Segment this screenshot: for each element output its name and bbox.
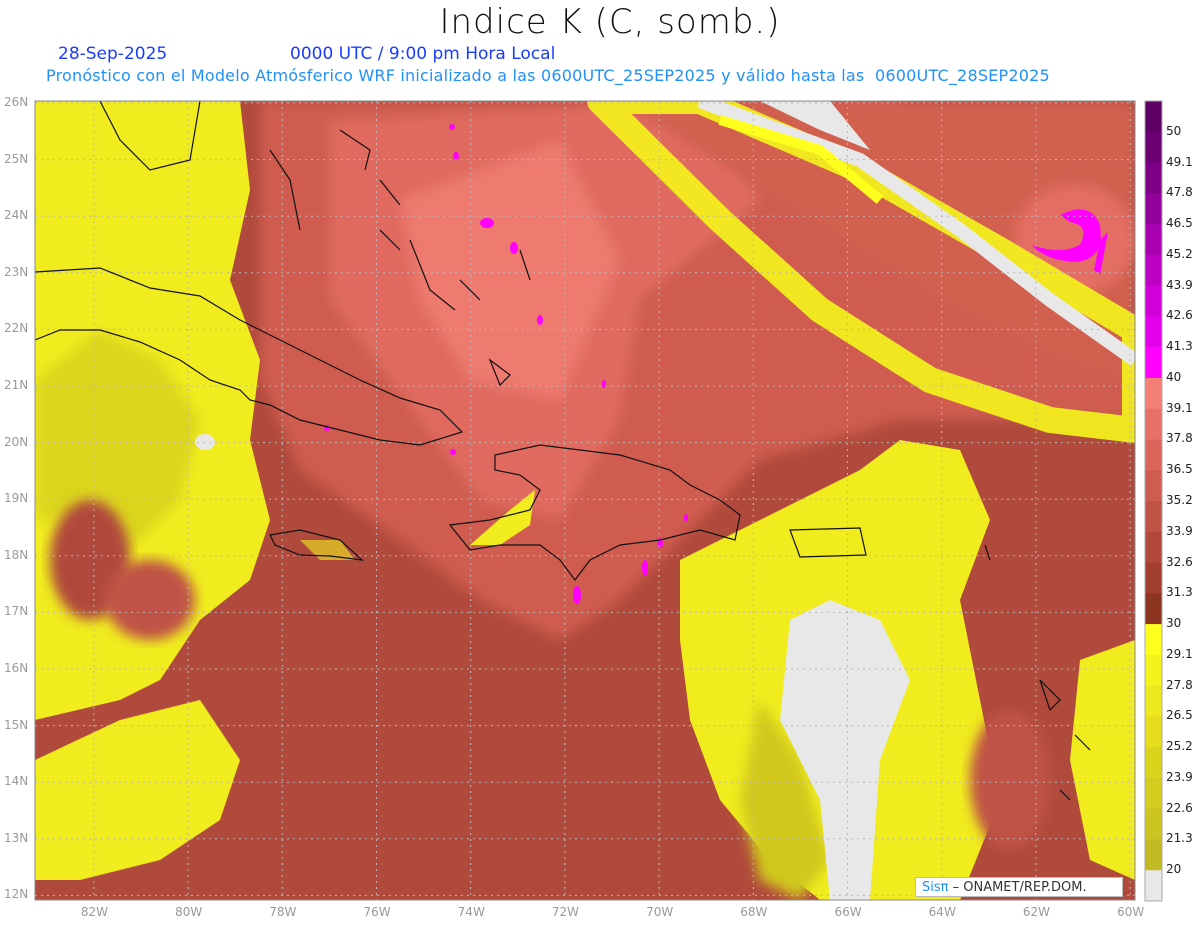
lon-label: 68W: [740, 905, 768, 919]
colorbar-bin: [1145, 285, 1162, 317]
colorbar-bin: [1145, 531, 1162, 564]
lat-label: 13N: [4, 830, 29, 845]
lon-label: 70W: [646, 905, 674, 919]
map-title: Indice K (C, somb.): [439, 2, 781, 42]
colorbar-bin: [1145, 101, 1162, 133]
lat-label: 12N: [4, 887, 29, 902]
lon-label: 82W: [80, 905, 109, 919]
model-description: Pronóstico con el Modelo Atmósferico WRF…: [46, 66, 1050, 85]
lon-label: 80W: [175, 905, 203, 919]
colorbar-label: 42.6: [1166, 308, 1193, 323]
colorbar-bin: [1145, 377, 1162, 410]
credit-box: Sisπ – ONAMET/REP.DOM.: [915, 877, 1123, 897]
colorbar-label: 25.2: [1166, 739, 1193, 754]
credit-text: – ONAMET/REP.DOM.: [952, 880, 1087, 895]
colorbar-label: 22.6: [1166, 800, 1193, 815]
lon-label: 76W: [363, 905, 391, 919]
colorbar-bin: [1145, 193, 1162, 225]
colorbar-label: 29.1: [1166, 646, 1193, 661]
shaded-field: [35, 101, 1135, 900]
lat-label: 20N: [4, 434, 29, 449]
colorbar-label: 35.2: [1166, 493, 1193, 507]
sispi-logo: Sisπ: [922, 880, 949, 895]
lat-label: 24N: [4, 208, 29, 223]
lat-label: 19N: [4, 491, 29, 506]
colorbar-label: 30: [1166, 616, 1182, 631]
colorbar-bin: [1145, 439, 1162, 471]
colorbar-label: 39.1: [1166, 400, 1193, 415]
colorbar: [1145, 101, 1162, 902]
lat-label: 23N: [4, 264, 29, 279]
colorbar-label: 20: [1166, 862, 1182, 877]
colorbar-label: 37.8: [1166, 431, 1193, 446]
colorbar-bin: [1145, 224, 1162, 256]
colorbar-bin: [1145, 747, 1162, 779]
colorbar-label: 21.3: [1166, 831, 1193, 846]
lat-label: 15N: [4, 717, 29, 732]
lon-label: 66W: [834, 905, 862, 919]
lon-label: 60W: [1117, 905, 1145, 919]
colorbar-bin: [1145, 408, 1162, 440]
forecast-time: 0000 UTC / 9:00 pm Hora Local: [290, 44, 556, 64]
colorbar-label: 49.1: [1166, 154, 1193, 169]
colorbar-label: 40: [1166, 369, 1182, 384]
colorbar-bin: [1145, 131, 1162, 164]
lat-label: 18N: [4, 547, 29, 562]
colorbar-label: 32.6: [1166, 554, 1193, 569]
lat-label: 22N: [4, 321, 29, 336]
colorbar-bin: [1145, 808, 1162, 840]
colorbar-bin: [1145, 316, 1162, 348]
colorbar-label: 33.9: [1166, 523, 1193, 538]
colorbar-label: 36.5: [1166, 462, 1193, 477]
colorbar-bin: [1145, 162, 1162, 194]
colorbar-label: 27.8: [1166, 677, 1193, 692]
lon-label: 78W: [269, 905, 297, 919]
colorbar-bin: [1145, 254, 1162, 287]
colorbar-bin: [1145, 347, 1162, 379]
colorbar-bin: [1145, 562, 1162, 594]
forecast-date: 28-Sep-2025: [58, 44, 168, 64]
lon-label: 74W: [457, 905, 485, 919]
lat-label: 16N: [4, 661, 29, 675]
lon-label: 72W: [551, 905, 580, 919]
lon-label: 64W: [928, 905, 956, 919]
colorbar-label: 46.5: [1166, 216, 1193, 231]
lat-label: 17N: [4, 604, 29, 619]
lat-label: 14N: [4, 774, 29, 789]
colorbar-bin: [1145, 870, 1162, 902]
colorbar-bin: [1145, 654, 1162, 687]
colorbar-bin: [1145, 777, 1162, 810]
colorbar-bin: [1145, 501, 1162, 533]
colorbar-label: 50: [1166, 123, 1182, 138]
lat-label: 21N: [4, 378, 29, 392]
colorbar-bin: [1145, 470, 1162, 502]
colorbar-label: 26.5: [1166, 708, 1193, 723]
colorbar-bin: [1145, 624, 1162, 656]
colorbar-label: 43.9: [1166, 277, 1193, 292]
colorbar-label: 31.3: [1166, 585, 1193, 600]
colorbar-label: 45.2: [1166, 246, 1193, 261]
colorbar-bin: [1145, 685, 1162, 717]
colorbar-bin: [1145, 839, 1162, 871]
colorbar-label: 47.8: [1166, 185, 1193, 200]
k-index-map: [34, 100, 1163, 902]
colorbar-bin: [1145, 593, 1162, 625]
lat-label: 25N: [4, 151, 29, 166]
colorbar-label: 23.9: [1166, 769, 1193, 784]
colorbar-label: 41.3: [1166, 339, 1193, 354]
lat-label: 26N: [4, 95, 29, 109]
colorbar-bin: [1145, 716, 1162, 748]
lon-label: 62W: [1022, 905, 1051, 919]
